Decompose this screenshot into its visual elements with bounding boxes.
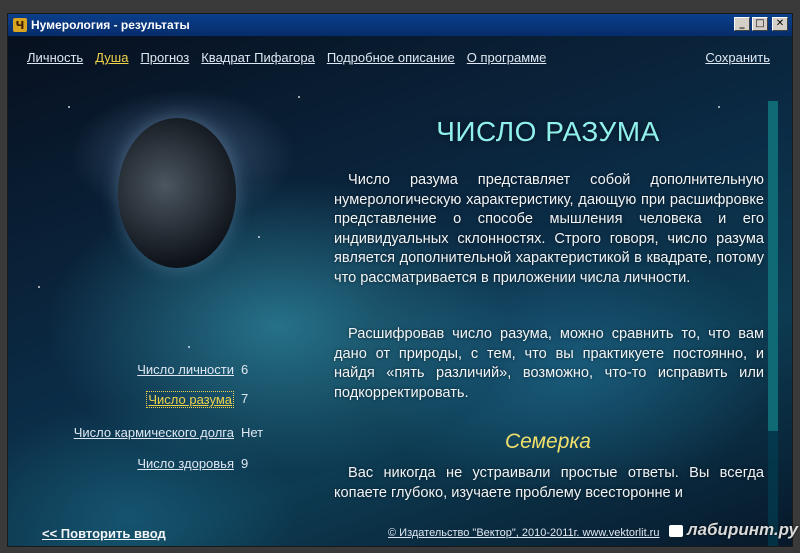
paragraph-intro: Число разума представляет собой дополнит… bbox=[334, 172, 764, 286]
sidebar-link-razum[interactable]: Число разума bbox=[146, 391, 234, 408]
repeat-input-link[interactable]: << Повторить ввод bbox=[42, 526, 166, 541]
sidebar-value-karmicheskiy-dolg: Нет bbox=[241, 425, 264, 440]
planet-image bbox=[118, 118, 236, 268]
title-bar[interactable]: Ч Нумерология - результаты _ □ ✕ bbox=[8, 14, 792, 36]
sidebar-item-karmicheskiy-dolg: Число кармического долга Нет bbox=[8, 425, 263, 440]
sidebar-item-razum: Число разума 7 bbox=[8, 391, 248, 408]
star bbox=[188, 346, 190, 348]
sidebar-value-lichnost: 6 bbox=[241, 362, 249, 377]
nav-lichnost[interactable]: Личность bbox=[27, 50, 83, 65]
app-icon: Ч bbox=[13, 18, 27, 32]
watermark-text: лабиринт.ру bbox=[687, 520, 798, 539]
watermark: лабиринт.ру bbox=[669, 520, 798, 540]
star bbox=[718, 106, 720, 108]
content-area: Личность Душа Прогноз Квадрат Пифагора П… bbox=[8, 36, 792, 546]
window-controls: _ □ ✕ bbox=[734, 17, 788, 31]
sidebar-item-lichnost: Число личности 6 bbox=[8, 362, 248, 377]
close-button[interactable]: ✕ bbox=[772, 17, 788, 31]
window-title: Нумерология - результаты bbox=[31, 18, 190, 32]
scrollbar-thumb[interactable] bbox=[768, 101, 778, 431]
star bbox=[38, 286, 40, 288]
paragraph-seven: Вас никогда не устраивали простые ответы… bbox=[334, 465, 764, 501]
sidebar-link-karmicheskiy-dolg[interactable]: Число кармического долга bbox=[74, 425, 234, 440]
sidebar-link-zdorovye[interactable]: Число здоровья bbox=[137, 456, 234, 471]
sidebar-value-razum: 7 bbox=[241, 391, 249, 406]
nav-prognoz[interactable]: Прогноз bbox=[140, 50, 189, 65]
app-window: Ч Нумерология - результаты _ □ ✕ Личност… bbox=[7, 13, 793, 547]
close-icon: ✕ bbox=[775, 18, 785, 29]
minimize-button[interactable]: _ bbox=[734, 17, 750, 31]
sidebar-value-zdorovye: 9 bbox=[241, 456, 249, 471]
star bbox=[258, 236, 260, 238]
nav-dusha[interactable]: Душа bbox=[95, 50, 128, 65]
maximize-icon: □ bbox=[755, 18, 765, 29]
top-navigation: Личность Душа Прогноз Квадрат Пифагора П… bbox=[27, 50, 558, 65]
sidebar-item-zdorovye: Число здоровья 9 bbox=[8, 456, 248, 471]
nav-podrobnoe-opisanie[interactable]: Подробное описание bbox=[327, 50, 455, 65]
maximize-button[interactable]: □ bbox=[752, 17, 768, 31]
scrollbar[interactable] bbox=[768, 101, 778, 546]
sidebar-link-lichnost[interactable]: Число личности bbox=[137, 362, 234, 377]
star bbox=[68, 106, 70, 108]
save-link[interactable]: Сохранить bbox=[705, 50, 770, 65]
copyright-link[interactable]: © Издательство "Вектор", 2010-2011г. www… bbox=[388, 527, 659, 539]
star bbox=[298, 96, 300, 98]
labirint-logo-icon bbox=[669, 524, 683, 537]
section-subtitle: Семерка bbox=[505, 430, 591, 453]
nav-kvadrat-pifagora[interactable]: Квадрат Пифагора bbox=[201, 50, 315, 65]
nav-o-programme[interactable]: О программе bbox=[467, 50, 547, 65]
paragraph-comparison: Расшифровав число разума, можно сравнить… bbox=[334, 326, 764, 401]
minimize-icon: _ bbox=[739, 18, 745, 29]
page-title: ЧИСЛО РАЗУМА bbox=[436, 116, 660, 147]
